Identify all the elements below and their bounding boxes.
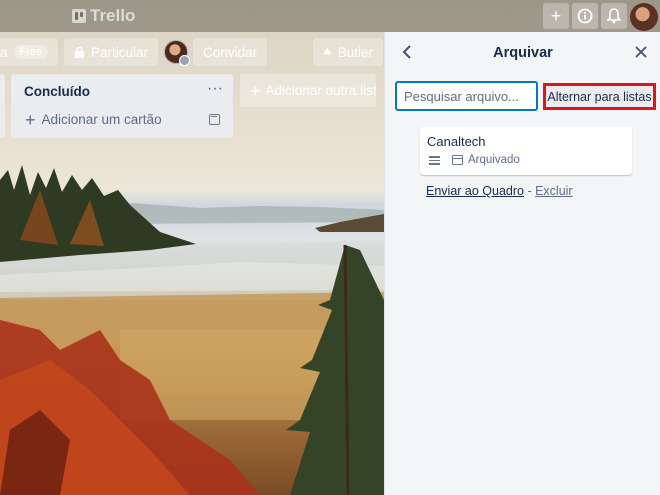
list-title[interactable]: Concluído: [24, 84, 90, 99]
info-icon: [577, 8, 593, 24]
list-concluido: Concluído ··· + Adicionar um cartão: [11, 74, 233, 138]
board-name: a: [0, 44, 8, 60]
previous-list-edge: [0, 74, 5, 138]
butler-button[interactable]: Butler: [313, 38, 383, 66]
create-button[interactable]: +: [543, 3, 569, 29]
plus-icon: +: [250, 80, 261, 101]
panel-title: Arquivar: [493, 45, 553, 61]
butler-label: Butler: [337, 44, 373, 60]
separator: -: [523, 184, 536, 198]
archive-panel: Arquivar Alternar para listas Canaltech …: [384, 32, 660, 495]
add-list-label: Adicionar outra lista: [265, 83, 376, 98]
card-actions: Enviar ao Quadro - Excluir: [426, 184, 573, 198]
user-avatar[interactable]: [630, 3, 658, 31]
lock-icon: [75, 46, 84, 58]
plus-icon: +: [550, 5, 562, 26]
archived-card[interactable]: Canaltech Arquivado: [420, 127, 632, 175]
description-icon: [429, 156, 440, 165]
member-avatar[interactable]: [164, 40, 190, 66]
archive-box-icon: [452, 155, 463, 165]
info-button[interactable]: [572, 3, 598, 29]
bell-icon: [607, 8, 621, 24]
board-name-button[interactable]: a Free: [0, 38, 59, 66]
visibility-button[interactable]: Particular: [64, 38, 159, 66]
add-card-label: Adicionar um cartão: [41, 112, 162, 127]
add-card-button[interactable]: + Adicionar um cartão: [25, 109, 162, 130]
trello-logo[interactable]: Trello: [72, 6, 135, 26]
switch-to-lists-button[interactable]: Alternar para listas: [543, 83, 656, 110]
logo-text: Trello: [90, 6, 136, 25]
card-title: Canaltech: [427, 134, 486, 149]
free-badge: Free: [13, 45, 49, 59]
archived-badge-label: Arquivado: [468, 154, 520, 166]
visibility-label: Particular: [91, 44, 149, 60]
top-header: Trello +: [0, 0, 660, 32]
add-list-button[interactable]: + Adicionar outra lista: [240, 74, 376, 107]
plus-icon: +: [25, 109, 36, 130]
send-to-board-link[interactable]: Enviar ao Quadro: [426, 184, 524, 198]
archive-search-input[interactable]: [395, 81, 538, 111]
trello-logo-icon: [72, 9, 86, 23]
invite-label: Convidar: [203, 44, 258, 60]
list-menu-icon[interactable]: ···: [207, 80, 223, 98]
delete-link[interactable]: Excluir: [535, 184, 573, 198]
close-icon[interactable]: [634, 45, 648, 59]
card-template-icon[interactable]: [209, 114, 220, 125]
butler-icon: [323, 48, 332, 55]
invite-button[interactable]: Convidar: [193, 38, 268, 66]
notifications-button[interactable]: [601, 3, 627, 29]
archived-badge: Arquivado: [452, 154, 520, 166]
